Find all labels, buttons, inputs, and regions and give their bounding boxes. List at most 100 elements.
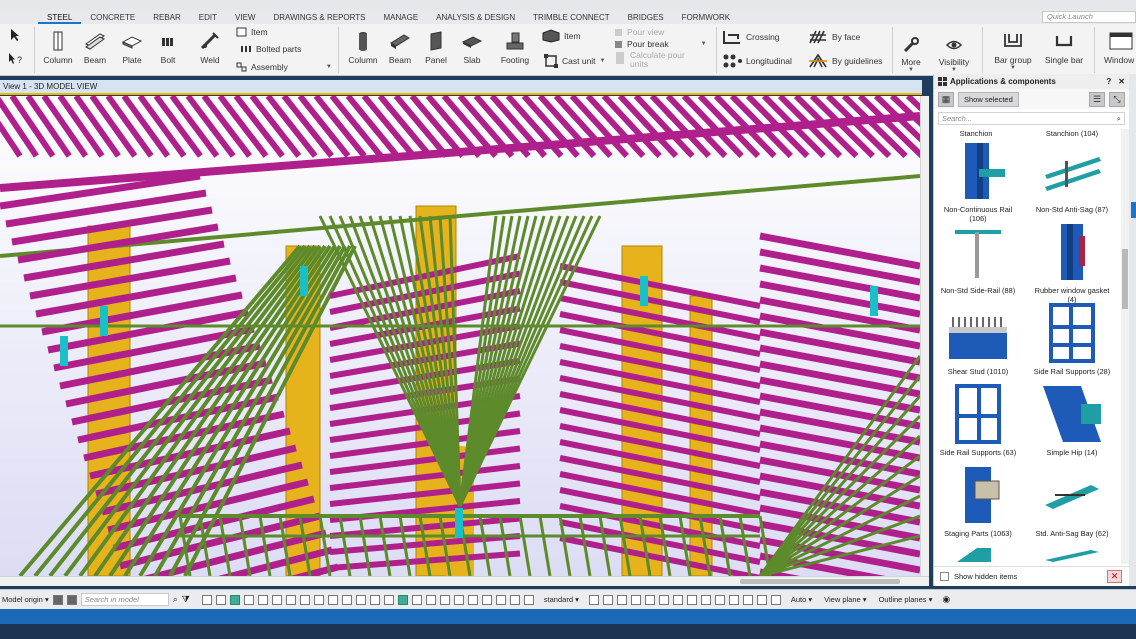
search-icon[interactable]: ⌕ <box>173 594 178 605</box>
selection-switch-icon[interactable] <box>257 594 268 605</box>
selection-switch-icon[interactable] <box>425 594 436 605</box>
tab-trimble-connect[interactable]: TRIMBLE CONNECT <box>524 10 618 24</box>
tab-formwork[interactable]: FORMWORK <box>673 10 739 24</box>
concrete-beam-button[interactable]: Beam <box>384 30 416 65</box>
bolted-parts-button[interactable]: Bolted parts <box>240 44 301 54</box>
list-view-button[interactable]: ☰ <box>1089 91 1105 107</box>
calculate-pour-units-button[interactable]: Calculate pour units <box>614 51 704 69</box>
selection-switch-icon[interactable] <box>509 594 520 605</box>
catalog-item[interactable]: Simple Hip (14) <box>1032 384 1112 457</box>
auto-dropdown[interactable]: Auto ▾ <box>791 595 812 604</box>
concrete-column-button[interactable]: Column <box>346 30 380 65</box>
selection-switch-icon[interactable] <box>383 594 394 605</box>
tab-manage[interactable]: MANAGE <box>375 10 428 24</box>
selection-switch-icon[interactable] <box>299 594 310 605</box>
snap-switch-icon[interactable] <box>588 594 599 605</box>
selection-switch-icon[interactable] <box>411 594 422 605</box>
selection-switch-icon[interactable] <box>271 594 282 605</box>
bolt-button[interactable]: Bolt <box>152 30 184 65</box>
selection-switch-icon[interactable] <box>327 594 338 605</box>
catalog-item[interactable]: Shear Stud (1010) <box>938 303 1018 376</box>
viewport-vertical-scrollbar[interactable] <box>920 96 929 576</box>
show-hidden-items[interactable]: Show hidden items ✕ <box>934 566 1130 586</box>
selection-switch-icon[interactable] <box>523 594 534 605</box>
scroll-thumb[interactable] <box>740 579 900 584</box>
selection-switch-icon[interactable] <box>453 594 464 605</box>
longitudinal-button[interactable]: Longitudinal <box>722 53 792 69</box>
selection-switch-icon[interactable] <box>215 594 226 605</box>
catalog-item[interactable]: Non-Std Side-Rail (88) <box>938 222 1018 295</box>
pour-view-button[interactable]: Pour view <box>614 27 664 37</box>
viewport-horizontal-scrollbar[interactable] <box>0 576 929 586</box>
quick-launch-input[interactable]: Quick Launch <box>1042 11 1136 23</box>
scroll-thumb[interactable] <box>1122 249 1128 309</box>
assembly-button[interactable]: Assembly ▼ <box>236 62 332 72</box>
tab-steel[interactable]: STEEL <box>38 10 82 24</box>
plate-button[interactable]: Plate <box>116 30 148 65</box>
snap-switch-icon[interactable] <box>714 594 725 605</box>
tab-rebar[interactable]: REBAR <box>144 10 190 24</box>
standard-dropdown[interactable]: standard ▾ <box>544 595 579 604</box>
snap-switch-icon[interactable] <box>742 594 753 605</box>
side-tab-marker[interactable] <box>1131 202 1136 218</box>
tab-drawings-reports[interactable]: DRAWINGS & REPORTS <box>264 10 374 24</box>
view-plane-dropdown[interactable]: View plane ▾ <box>824 595 866 604</box>
selection-switch-icon[interactable] <box>439 594 450 605</box>
model-origin-dropdown[interactable]: Model origin ▾ <box>2 595 49 604</box>
selection-switch-icon[interactable] <box>397 594 408 605</box>
selection-switch-icon[interactable] <box>369 594 380 605</box>
footing-button[interactable]: Footing <box>498 30 532 65</box>
catalog-item[interactable]: Staging Parts (1063) <box>938 465 1018 538</box>
catalog-item[interactable]: Non-Std Anti-Sag (87) <box>1032 141 1112 214</box>
tab-concrete[interactable]: CONCRETE <box>81 10 144 24</box>
concrete-item-button[interactable]: Item <box>542 29 581 43</box>
window-button[interactable]: Window <box>1104 30 1136 65</box>
snap-switch-icon[interactable] <box>686 594 697 605</box>
visibility-button[interactable]: Visibility ▼ <box>936 36 972 73</box>
catalog-item-partial[interactable] <box>1032 546 1112 564</box>
origin-add-icon[interactable] <box>52 594 63 605</box>
catalog-item[interactable]: Non-Continuous Rail (106) <box>938 141 1018 223</box>
snap-switch-icon[interactable] <box>602 594 613 605</box>
tab-bridges[interactable]: BRIDGES <box>619 10 673 24</box>
eye-icon[interactable]: ◉ <box>942 594 950 605</box>
snap-switch-icon[interactable] <box>756 594 767 605</box>
catalog-item[interactable]: Rubber window gasket (4) <box>1032 222 1112 304</box>
show-hidden-checkbox[interactable] <box>940 572 949 581</box>
origin-remove-icon[interactable] <box>66 594 77 605</box>
selection-switch-icon[interactable] <box>285 594 296 605</box>
single-bar-button[interactable]: Single bar <box>1042 30 1086 65</box>
tab-view[interactable]: VIEW <box>226 10 264 24</box>
help-icon[interactable]: ? <box>1106 74 1111 89</box>
bar-group-button[interactable]: Bar group ▼ <box>990 30 1036 71</box>
weld-button[interactable]: Weld <box>194 30 226 65</box>
selection-switch-icon[interactable] <box>355 594 366 605</box>
snap-switch-icon[interactable] <box>616 594 627 605</box>
selection-switch-icon[interactable] <box>201 594 212 605</box>
by-guidelines-button[interactable]: By guidelines <box>808 53 883 69</box>
snap-switch-icon[interactable] <box>630 594 641 605</box>
grid-view-button[interactable]: ▦ <box>938 91 954 107</box>
crossing-button[interactable]: Crossing <box>722 29 780 45</box>
selection-switch-icon[interactable] <box>341 594 352 605</box>
steel-item-button[interactable]: Item <box>236 27 268 37</box>
select-tool-button[interactable] <box>4 28 26 45</box>
snap-switch-icon[interactable] <box>644 594 655 605</box>
selection-switch-icon[interactable] <box>467 594 478 605</box>
close-icon[interactable]: ✕ <box>1118 74 1125 89</box>
3d-model-viewport[interactable] <box>0 96 920 576</box>
tab-edit[interactable]: EDIT <box>190 10 226 24</box>
filter-icon[interactable]: ⧩ <box>182 594 190 605</box>
model-search-input[interactable]: Search in model <box>80 593 169 606</box>
panel-scrollbar[interactable] <box>1121 129 1129 564</box>
selection-switch-icon[interactable] <box>243 594 254 605</box>
selection-switch-icon[interactable] <box>313 594 324 605</box>
selection-switch-icon[interactable] <box>481 594 492 605</box>
view-title-bar[interactable]: View 1 - 3D MODEL VIEW <box>0 80 922 95</box>
catalog-item[interactable]: Std. Anti-Sag Bay (62) <box>1032 465 1112 538</box>
collapse-button[interactable]: ⤡ <box>1109 91 1125 107</box>
selection-switch-icon[interactable] <box>495 594 506 605</box>
panel-button[interactable]: Panel <box>420 30 452 65</box>
snap-switch-icon[interactable] <box>728 594 739 605</box>
catalog-item-partial[interactable] <box>938 546 1018 564</box>
